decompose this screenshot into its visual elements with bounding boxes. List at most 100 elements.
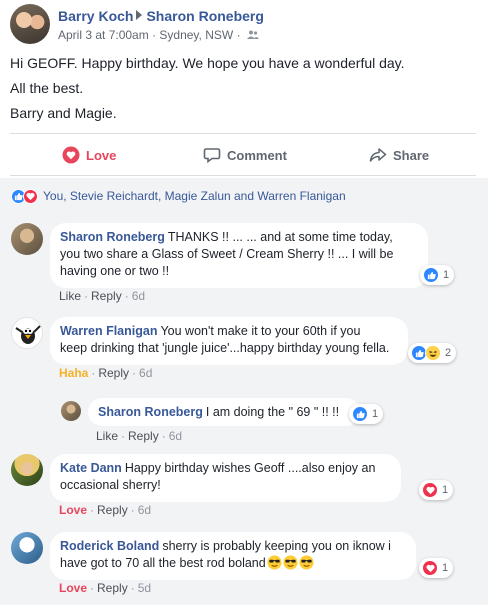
comment-time[interactable]: 6d (132, 289, 145, 303)
post-meta: April 3 at 7:00am · Sydney, NSW · (58, 28, 259, 42)
separator-dot: · (132, 366, 137, 380)
comment-text: have got to 70 all the best rod boland (60, 556, 266, 570)
like-link[interactable]: Like (59, 289, 81, 303)
divider (10, 175, 476, 176)
comment-time[interactable]: 6d (139, 366, 152, 380)
comment-author[interactable]: Warren Flanigan (60, 324, 157, 338)
reaction-count: 2 (445, 347, 452, 359)
reply-link[interactable]: Reply (97, 503, 128, 517)
avatar[interactable] (11, 454, 43, 486)
comment-bubble: Sharon Roneberg I am doing the " 69 " !! … (88, 398, 360, 426)
love-link[interactable]: Love (59, 581, 87, 595)
post-header: Barry Koch Sharon Roneberg April 3 at 7:0… (10, 4, 480, 44)
comment-text: I am doing the " 69 " !! !! (205, 405, 340, 419)
post-location[interactable]: Sydney, NSW (159, 28, 233, 42)
comment-text: you two share a Glass of Sweet / Cream S… (60, 247, 394, 261)
comment-text: occasional sherry! (60, 478, 161, 492)
comment-text: having one or two !! (60, 264, 170, 278)
reply-link[interactable]: Reply (128, 429, 159, 443)
comment-time[interactable]: 6d (138, 503, 151, 517)
reaction-count-badge[interactable]: 1 (419, 480, 454, 500)
separator-dot: · (121, 429, 126, 443)
post-target-link[interactable]: Sharon Roneberg (146, 8, 263, 24)
haha-reaction-icon (425, 345, 441, 361)
share-icon (369, 148, 387, 162)
share-button[interactable]: Share (369, 139, 429, 171)
love-link[interactable]: Love (59, 503, 87, 517)
comment-label: Comment (227, 147, 287, 163)
comment: Kate Dann Happy birthday wishes Geoff ...… (11, 454, 477, 518)
reply-link[interactable]: Reply (91, 289, 122, 303)
comment-author[interactable]: Sharon Roneberg (60, 230, 165, 244)
arrow-right-icon (136, 10, 143, 20)
comment: Warren Flanigan You won't make it to your… (11, 317, 477, 383)
comment-button[interactable]: Comment (203, 139, 287, 171)
reaction-count-badge[interactable]: 2 (408, 343, 457, 363)
comment-actions: Like · Reply · 6d (96, 429, 182, 443)
love-reaction-icon (422, 560, 438, 576)
comment-actions: Haha · Reply · 6d (59, 366, 152, 380)
separator-dot: · (91, 366, 96, 380)
reaction-count-badge[interactable]: 1 (419, 558, 454, 578)
comment-text: sherry is probably keeping you on iknow … (162, 539, 391, 553)
avatar[interactable] (10, 4, 50, 44)
love-button[interactable]: Love (62, 139, 116, 171)
comment-author[interactable]: Kate Dann (60, 461, 122, 475)
comment: Roderick Boland sherry is probably keepin… (11, 532, 477, 598)
comment-bubble: Sharon Roneberg THANKS !! ... ... and at … (50, 223, 428, 288)
like-reaction-icon (423, 267, 439, 283)
comment-text: keep drinking that 'jungle juice'...happ… (60, 341, 390, 355)
sunglasses-face-icon (267, 555, 282, 575)
facebook-post: Barry Koch Sharon Roneberg April 3 at 7:0… (0, 0, 488, 605)
comment-time[interactable]: 6d (169, 429, 182, 443)
avatar[interactable] (61, 401, 81, 421)
sunglasses-face-icon (299, 555, 314, 575)
love-reaction-icon (422, 482, 438, 498)
reaction-count-badge[interactable]: 1 (349, 404, 384, 424)
comment-time[interactable]: 5d (138, 581, 151, 595)
reply-link[interactable]: Reply (97, 581, 128, 595)
meta-separator: · (236, 28, 244, 42)
reactions-summary[interactable]: You, Stevie Reichardt, Magie Zalun and W… (11, 187, 346, 205)
comment-bubble: Kate Dann Happy birthday wishes Geoff ...… (50, 454, 401, 502)
comment-actions: Like · Reply · 6d (59, 289, 145, 303)
post-author-line: Barry Koch Sharon Roneberg (58, 8, 264, 24)
separator-dot: · (124, 289, 129, 303)
post-actions: Love Comment Share (10, 139, 476, 171)
avatar[interactable] (11, 532, 43, 564)
separator-dot: · (84, 289, 89, 303)
separator-dot: · (130, 503, 135, 517)
reply-comment: Sharon Roneberg I am doing the " 69 " !! … (61, 398, 384, 444)
sunglasses-face-icon (283, 555, 298, 575)
comment-bubble: Roderick Boland sherry is probably keepin… (50, 532, 416, 580)
separator-dot: · (90, 581, 95, 595)
post-author-link[interactable]: Barry Koch (58, 8, 133, 24)
like-link[interactable]: Like (96, 429, 118, 443)
comment-text: You won't make it to your 60th if you (160, 324, 361, 338)
comment-bubble: Warren Flanigan You won't make it to your… (50, 317, 408, 365)
friends-icon[interactable] (246, 30, 259, 40)
love-label: Love (86, 147, 117, 163)
comment-text: THANKS !! ... ... and at some time today… (167, 230, 393, 244)
comment-author[interactable]: Sharon Roneberg (98, 405, 203, 419)
reply-link[interactable]: Reply (98, 366, 129, 380)
post-body-line: Hi GEOFF. Happy birthday. We hope you ha… (10, 55, 405, 71)
share-label: Share (393, 147, 430, 163)
divider (10, 133, 476, 134)
haha-link[interactable]: Haha (59, 366, 88, 380)
post-body: Hi GEOFF. Happy birthday. We hope you ha… (10, 53, 480, 128)
reaction-count-badge[interactable]: 1 (420, 265, 455, 285)
reaction-count: 1 (442, 484, 449, 496)
cartoon-bird-icon (15, 325, 41, 344)
comment-text: Happy birthday wishes Geoff ....also enj… (124, 461, 376, 475)
avatar[interactable] (11, 223, 43, 255)
comment-author[interactable]: Roderick Boland (60, 539, 159, 553)
post-timestamp[interactable]: April 3 at 7:00am (58, 28, 149, 42)
love-reaction-icon (23, 188, 38, 204)
comment: Sharon Roneberg THANKS !! ... ... and at … (11, 223, 477, 305)
avatar[interactable] (11, 317, 43, 349)
post-body-line: All the best. (10, 80, 84, 96)
love-icon (62, 146, 80, 164)
reaction-count: 1 (372, 408, 379, 420)
separator-dot: · (161, 429, 166, 443)
